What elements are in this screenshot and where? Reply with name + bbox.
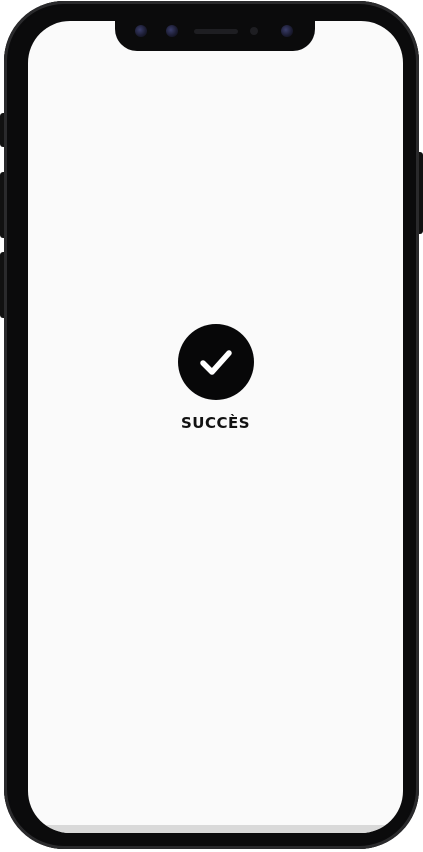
camera-lens-icon: [166, 25, 178, 37]
success-message: SUCCÈS: [28, 324, 403, 432]
earpiece-speaker: [194, 29, 238, 34]
device-mockup: SUCCÈS: [0, 0, 423, 852]
success-label: SUCCÈS: [180, 414, 251, 432]
notch: [115, 15, 315, 51]
phone-frame: SUCCÈS: [4, 1, 419, 849]
camera-lens-icon: [135, 25, 147, 37]
checkmark-icon: [199, 350, 232, 375]
screen-bottom-edge: [28, 825, 403, 833]
success-badge: [177, 324, 254, 400]
proximity-sensor: [250, 27, 258, 35]
phone-screen: SUCCÈS: [28, 21, 403, 833]
camera-lens-icon: [281, 25, 293, 37]
